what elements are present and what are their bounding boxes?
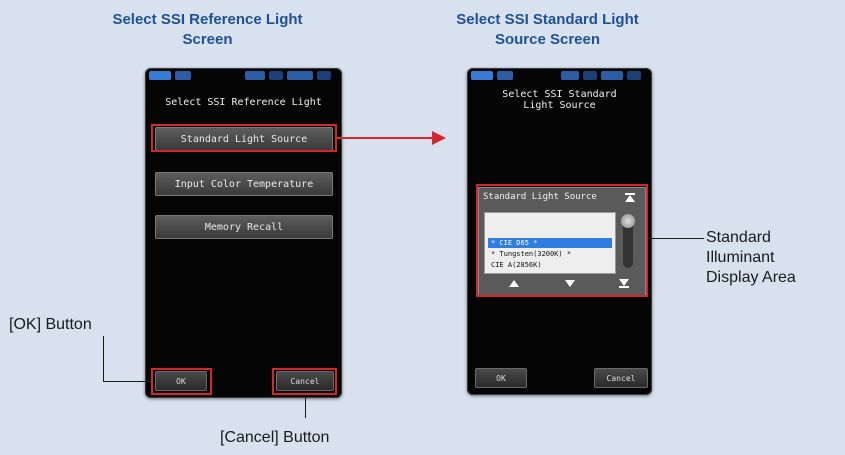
display-area-callout: Standard Illuminant Display Area — [706, 228, 796, 288]
left-device-screen: Select SSI Reference Light Standard Ligh… — [145, 68, 342, 398]
mode-indicator — [245, 71, 265, 80]
display-area-callout-l3: Display Area — [706, 269, 796, 286]
screen-title-line2: Light Source — [523, 100, 596, 111]
cancel-button-callout: [Cancel] Button — [220, 429, 330, 446]
status-segment — [317, 71, 331, 80]
battery-icon — [149, 71, 171, 80]
status-segment — [287, 71, 313, 80]
cancel-callout-line — [305, 395, 306, 418]
left-screen-caption: Select SSI Reference Light Screen — [100, 10, 315, 50]
status-segment — [269, 71, 283, 80]
status-bar — [149, 71, 338, 80]
ok-callout-line-h — [103, 381, 151, 382]
ok-button[interactable]: OK — [475, 368, 527, 388]
display-area-callout-l2: Illuminant — [706, 249, 775, 266]
mode-indicator — [561, 71, 579, 80]
highlight-display-area — [476, 184, 648, 297]
signal-icon — [497, 71, 513, 80]
display-callout-line — [648, 238, 704, 239]
highlight-ok-button — [151, 368, 212, 395]
status-bar — [471, 71, 648, 80]
highlight-cancel-button — [272, 368, 337, 395]
memory-recall-button[interactable]: Memory Recall — [155, 215, 333, 239]
arrow-right-icon — [432, 131, 446, 145]
status-segment — [627, 71, 641, 80]
cancel-button[interactable]: Cancel — [594, 368, 648, 388]
left-caption-line1: Select SSI Reference Light — [112, 11, 303, 28]
battery-icon — [471, 71, 493, 80]
connector-line — [337, 137, 435, 139]
display-area-callout-l1: Standard — [706, 229, 771, 246]
input-color-temperature-button[interactable]: Input Color Temperature — [155, 172, 333, 196]
ok-button-callout: [OK] Button — [9, 316, 92, 333]
ok-callout-line-v — [103, 336, 104, 382]
right-caption-line2: Source Screen — [494, 31, 601, 48]
status-segment — [583, 71, 597, 80]
screen-title: Select SSI Reference Light — [165, 97, 322, 108]
status-segment — [601, 71, 623, 80]
right-screen-caption: Select SSI Standard Light Source Screen — [440, 10, 655, 50]
right-caption-line1: Select SSI Standard Light — [456, 11, 639, 28]
highlight-standard-light-source — [151, 124, 337, 152]
signal-icon — [175, 71, 191, 80]
left-caption-line2: Screen — [182, 31, 233, 48]
